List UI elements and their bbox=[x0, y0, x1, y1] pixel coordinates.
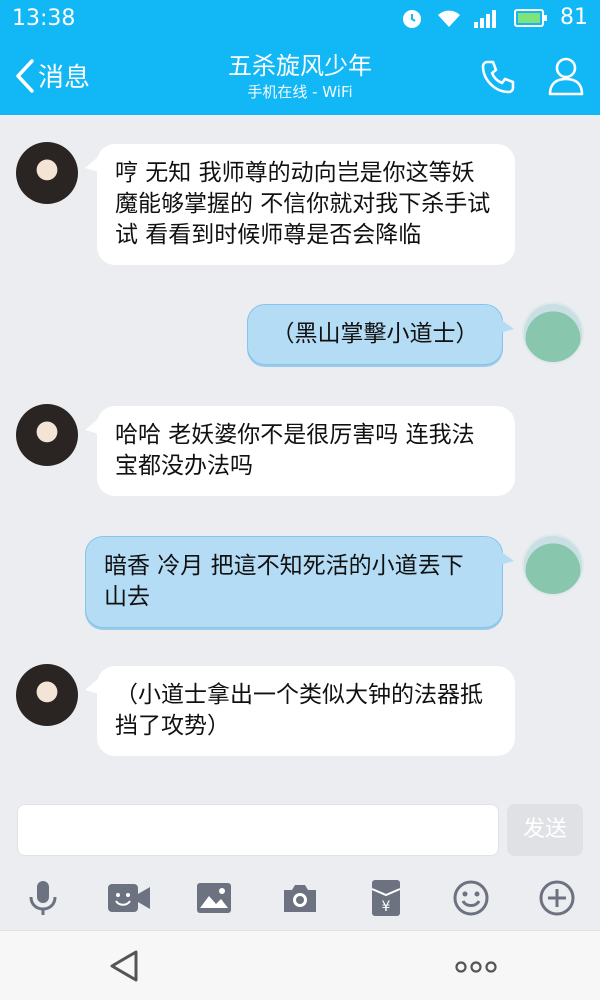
more-dots-icon bbox=[455, 961, 497, 973]
call-button[interactable] bbox=[478, 57, 518, 101]
message-bubble-outgoing[interactable]: 暗香 冷月 把這不知死活的小道丟下山去 bbox=[85, 536, 514, 628]
contact-avatar[interactable] bbox=[16, 664, 78, 726]
back-label: 消息 bbox=[38, 63, 91, 93]
triangle-back-icon bbox=[110, 950, 138, 982]
message-text: 哈哈 老妖婆你不是很厉害吗 连我法宝都没办法吗 bbox=[115, 422, 475, 479]
composer-toolbar: ¥ bbox=[0, 868, 600, 928]
contact-avatar[interactable] bbox=[16, 142, 78, 204]
chevron-left-icon bbox=[16, 58, 34, 93]
person-icon bbox=[548, 57, 584, 96]
back-button[interactable]: 消息 bbox=[14, 57, 90, 94]
red-packet-icon: ¥ bbox=[371, 880, 400, 916]
my-avatar[interactable] bbox=[522, 534, 584, 596]
message-text: （小道士拿出一个类似大钟的法器抵挡了攻势） bbox=[115, 682, 483, 739]
wifi-icon bbox=[438, 10, 460, 27]
video-button[interactable] bbox=[86, 868, 172, 928]
message-text: 哼 无知 我师尊的动向岂是你这等妖魔能够掌握的 不信你就对我下杀手试试 看看到时… bbox=[115, 160, 491, 248]
message-bubble-incoming[interactable]: 哼 无知 我师尊的动向岂是你这等妖魔能够掌握的 不信你就对我下杀手试试 看看到时… bbox=[85, 144, 515, 265]
system-nav-bar bbox=[0, 930, 600, 1000]
camera-button[interactable] bbox=[257, 868, 343, 928]
status-bar: 13:38 81 bbox=[0, 0, 600, 40]
message-bubble-incoming[interactable]: （小道士拿出一个类似大钟的法器抵挡了攻势） bbox=[85, 666, 515, 756]
battery-icon bbox=[514, 8, 547, 27]
profile-button[interactable] bbox=[546, 55, 586, 101]
svg-text:¥: ¥ bbox=[381, 899, 390, 915]
contact-name: 五杀旋风少年 bbox=[228, 52, 372, 80]
composer: 发送 ¥ bbox=[0, 790, 600, 930]
video-icon bbox=[107, 884, 150, 912]
contact-avatar[interactable] bbox=[16, 404, 78, 466]
status-icons: 81 bbox=[400, 5, 588, 30]
chat-header: 13:38 81 消息 五杀旋风少年 手机在线 - WiFi bbox=[0, 0, 600, 115]
plus-icon bbox=[539, 880, 575, 916]
image-icon bbox=[197, 883, 232, 913]
emoji-icon bbox=[453, 880, 489, 916]
voice-button[interactable] bbox=[0, 868, 86, 928]
send-button[interactable]: 发送 bbox=[507, 804, 583, 856]
system-menu-button[interactable] bbox=[455, 959, 497, 978]
message-bubble-outgoing[interactable]: （黑山掌擊小道士） bbox=[247, 304, 514, 365]
camera-icon bbox=[283, 885, 316, 912]
alarm-icon bbox=[403, 9, 421, 28]
my-avatar[interactable] bbox=[522, 302, 584, 364]
online-status: 手机在线 - WiFi bbox=[247, 83, 353, 101]
message-bubble-incoming[interactable]: 哈哈 老妖婆你不是很厉害吗 连我法宝都没办法吗 bbox=[85, 406, 515, 496]
message-text: （黑山掌擊小道士） bbox=[271, 321, 479, 347]
battery-level: 81 bbox=[560, 5, 588, 30]
message-text: 暗香 冷月 把這不知死活的小道丟下山去 bbox=[104, 553, 464, 610]
more-button[interactable] bbox=[514, 868, 600, 928]
signal-icon bbox=[474, 9, 496, 28]
phone-icon bbox=[481, 60, 515, 94]
mic-icon bbox=[29, 881, 57, 915]
image-button[interactable] bbox=[171, 868, 257, 928]
chat-title-block[interactable]: 五杀旋风少年 手机在线 - WiFi bbox=[150, 51, 450, 103]
message-input[interactable] bbox=[17, 804, 499, 856]
system-back-button[interactable] bbox=[108, 949, 140, 987]
status-time: 13:38 bbox=[12, 6, 76, 31]
nav-bar: 消息 五杀旋风少年 手机在线 - WiFi bbox=[0, 45, 600, 113]
emoji-button[interactable] bbox=[428, 868, 514, 928]
red-packet-button[interactable]: ¥ bbox=[343, 868, 429, 928]
